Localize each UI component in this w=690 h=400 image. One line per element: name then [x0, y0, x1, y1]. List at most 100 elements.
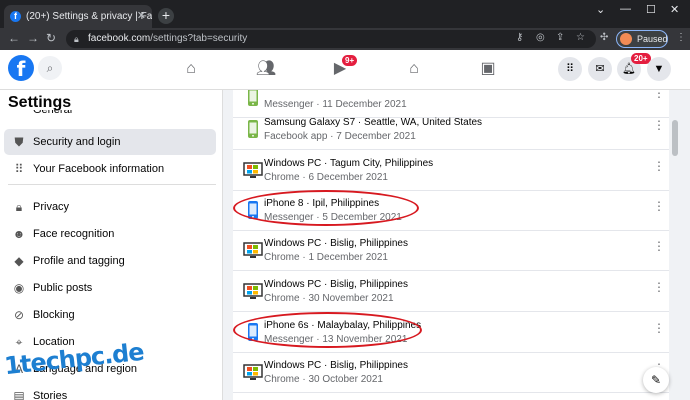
session-app-date: Messenger · 11 December 2021 [264, 99, 407, 110]
browser-toolbar: ← → ↻ 🔒︎ facebook.com/settings?tab=secur… [0, 28, 690, 50]
sidebar-item-face-recognition[interactable]: ☻ Face recognition [4, 221, 216, 247]
sidebar-item-label: Privacy [33, 201, 70, 213]
sidebar-item-public-posts[interactable]: ◉ Public posts [4, 275, 216, 301]
sidebar-item-label: Face recognition [33, 228, 115, 240]
highlight-ellipse [233, 312, 422, 348]
sidebar-item-security[interactable]: ⛊ Security and login [4, 129, 216, 155]
home-icon[interactable]: ⌂ [180, 58, 202, 80]
sidebar-item-blocking[interactable]: ⊘ Blocking [4, 302, 216, 328]
session-app-date: Chrome · 6 December 2021 [264, 172, 388, 183]
back-icon[interactable]: ← [8, 31, 20, 45]
tab-bar: f (20+) Settings & privacy | Facebook ✕ … [0, 0, 690, 28]
browser-tab[interactable]: f (20+) Settings & privacy | Facebook ✕ [4, 5, 152, 28]
sidebar-item-label: Security and login [33, 136, 121, 148]
account-chevron-down-icon[interactable]: ▼ [647, 57, 671, 81]
session-row: Windows PC · Bislig, Philippines Chrome ·… [233, 231, 669, 271]
where-logged-in-panel: Messenger · 11 December 2021 ⋮ Samsung Gal… [233, 90, 669, 400]
lock-icon: 🔒︎ [15, 200, 23, 214]
face-icon: ☻ [12, 227, 26, 241]
windows-pc-icon [243, 364, 263, 380]
profile-button[interactable]: Paused [616, 30, 668, 48]
tab-title: (20+) Settings & privacy | Facebook [26, 11, 152, 22]
lock-icon: 🔒︎ [74, 34, 79, 44]
session-app-date: Facebook app · 7 December 2021 [264, 131, 416, 142]
scrollbar-thumb[interactable] [672, 120, 678, 156]
maximize-icon[interactable]: ☐ [646, 3, 656, 16]
sidebar-item-label: Stories [33, 390, 68, 400]
shield-icon: ⛊ [14, 135, 24, 149]
menu-grid-icon[interactable]: ⠿ [558, 57, 582, 81]
sidebar-item-privacy[interactable]: 🔒︎ Privacy [4, 194, 216, 220]
session-row: Windows PC · Bislig, Philippines Chrome ·… [233, 353, 669, 393]
browser-chrome: f (20+) Settings & privacy | Facebook ✕ … [0, 0, 690, 50]
menu-kebab-icon[interactable]: ⋮ [676, 32, 686, 43]
close-window-icon[interactable]: ✕ [670, 3, 679, 16]
sidebar-item-profile-tagging[interactable]: ◆ Profile and tagging [4, 248, 216, 274]
facebook-logo[interactable]: f [8, 55, 34, 81]
sidebar-item-general[interactable]: General [33, 110, 72, 120]
block-user-icon: ⊘ [13, 308, 25, 322]
divider [8, 184, 216, 185]
facebook-header: f ⌕ ⌂ 👥︎ ▶ 9+ ⌂ ▣ ⠿ ✉ 🔔︎ 20+ ▼ [0, 50, 690, 90]
highlight-ellipse [233, 190, 419, 226]
session-device-location: Windows PC · Bislig, Philippines [264, 360, 408, 371]
session-device-location: Samsung Galaxy S7 · Seattle, WA, United … [264, 117, 483, 128]
mobile-phone-icon [248, 90, 258, 106]
session-options-kebab-icon[interactable]: ⋮ [653, 321, 665, 335]
tab-search-icon[interactable]: ⌄ [596, 3, 605, 16]
watch-badge: 9+ [342, 55, 358, 66]
reload-icon[interactable]: ↻ [46, 31, 56, 45]
mobile-phone-icon [248, 120, 258, 138]
location-pin-icon: ⌖ [15, 335, 23, 349]
session-device-location: Windows PC · Tagum City, Philippines [264, 158, 434, 169]
url-host: facebook.com [88, 33, 151, 44]
sidebar-item-your-information[interactable]: ⠿ Your Facebook information [4, 156, 216, 182]
close-tab-icon[interactable]: ✕ [137, 5, 146, 28]
session-row: Windows PC · Bislig, Philippines Chrome ·… [233, 272, 669, 312]
session-row: Samsung Galaxy S7 · Seattle, WA, United … [233, 110, 669, 150]
session-app-date: Chrome · 30 November 2021 [264, 293, 394, 304]
windows-pc-icon [243, 162, 263, 178]
forward-icon[interactable]: → [27, 31, 39, 45]
messenger-icon[interactable]: ✉ [588, 57, 612, 81]
key-icon[interactable]: ⚷ [516, 32, 523, 43]
marketplace-icon[interactable]: ⌂ [403, 58, 425, 80]
profile-status: Paused [637, 34, 668, 44]
session-row: Windows PC · Tagum City, Philippines Chro… [233, 151, 669, 191]
sidebar-item-label: Public posts [33, 282, 93, 294]
session-app-date: Chrome · 1 December 2021 [264, 252, 388, 263]
new-tab-button[interactable]: + [158, 8, 174, 24]
tag-icon: ◆ [14, 254, 24, 268]
session-options-kebab-icon[interactable]: ⋮ [653, 159, 665, 173]
windows-pc-icon [243, 283, 263, 299]
session-options-kebab-icon[interactable]: ⋮ [653, 199, 665, 213]
sidebar-item-label: Your Facebook information [33, 163, 165, 175]
session-options-kebab-icon[interactable]: ⋮ [653, 280, 665, 294]
groups-icon[interactable]: ▣ [477, 58, 499, 80]
extensions-icon[interactable]: ✣ [600, 32, 608, 43]
session-app-date: Chrome · 30 October 2021 [264, 374, 383, 385]
sidebar-item-label: Profile and tagging [33, 255, 125, 267]
facebook-favicon-icon: f [10, 11, 21, 22]
search-icon[interactable]: ⌕ [38, 56, 62, 80]
session-options-kebab-icon[interactable]: ⋮ [653, 90, 665, 100]
tracking-icon[interactable]: ◎ [536, 32, 545, 43]
grid-icon: ⠿ [14, 162, 24, 176]
stories-icon: ▤ [13, 389, 25, 400]
session-options-kebab-icon[interactable]: ⋮ [653, 118, 665, 132]
new-message-icon[interactable]: ✎ [643, 367, 669, 393]
windows-pc-icon [243, 242, 263, 258]
friends-icon[interactable]: 👥︎ [255, 58, 277, 80]
avatar [620, 33, 632, 45]
globe-icon: ◉ [13, 281, 25, 295]
bookmark-star-icon[interactable]: ☆ [576, 32, 585, 43]
sidebar-item-label: Blocking [33, 309, 75, 321]
session-options-kebab-icon[interactable]: ⋮ [653, 239, 665, 253]
url-path: /settings?tab=security [150, 33, 248, 44]
share-icon[interactable]: ⇪ [556, 32, 564, 43]
scrollbar[interactable] [670, 90, 680, 400]
session-device-location: Windows PC · Bislig, Philippines [264, 279, 408, 290]
sidebar-item-stories[interactable]: ▤ Stories [4, 383, 216, 400]
session-device-location: Windows PC · Bislig, Philippines [264, 238, 408, 249]
minimize-icon[interactable]: — [620, 3, 631, 15]
